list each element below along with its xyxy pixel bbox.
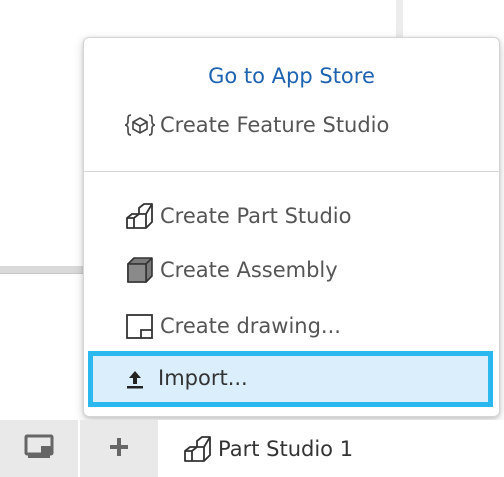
assembly-icon [124,256,156,284]
insert-menu: Go to App Store Create Feature Studio Cr… [83,37,500,417]
add-tab-button[interactable] [80,420,158,477]
background-divider [396,0,403,40]
import-item[interactable]: Import... [120,358,248,398]
drawing-icon [124,312,156,340]
background-panel-line [0,273,86,274]
part-studio-icon [182,435,214,463]
create-feature-studio-label: Create Feature Studio [160,113,390,137]
document-tab-bar: Part Studio 1 [0,420,504,477]
create-assembly-label: Create Assembly [160,258,338,282]
tab-part-studio-1[interactable]: Part Studio 1 [182,428,353,470]
upload-icon [120,364,150,392]
menu-divider [84,171,499,172]
panel-toggle-icon [24,434,54,464]
part-studio-icon [124,202,156,230]
plus-icon [108,436,130,462]
feature-studio-icon [124,111,156,139]
create-assembly-item[interactable]: Create Assembly [124,250,338,290]
go-to-app-store-label: Go to App Store [208,64,375,88]
go-to-app-store-link[interactable]: Go to App Store [84,56,499,96]
create-part-studio-item[interactable]: Create Part Studio [124,196,351,236]
create-drawing-item[interactable]: Create drawing... [124,306,341,346]
panel-toggle-button[interactable] [0,420,78,477]
create-drawing-label: Create drawing... [160,314,341,338]
create-part-studio-label: Create Part Studio [160,204,352,228]
create-feature-studio-item[interactable]: Create Feature Studio [124,105,389,145]
tab-label: Part Studio 1 [218,437,354,461]
app-canvas: Go to App Store Create Feature Studio Cr… [0,0,504,477]
import-label: Import... [158,366,248,390]
